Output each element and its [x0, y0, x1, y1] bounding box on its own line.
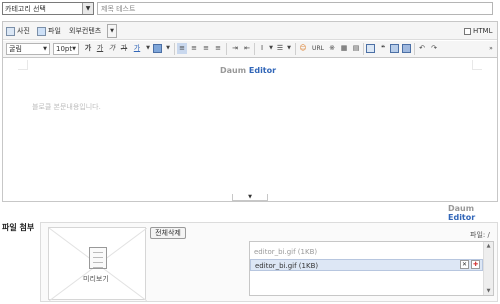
hr-icon[interactable]: ▤ — [351, 43, 361, 54]
chevron-down-icon[interactable]: ▼ — [82, 3, 93, 14]
toolbar-attach: 사진 파일 외부컨텐츠 ▼ HTML — [3, 22, 497, 40]
brand-editor: Editor — [248, 66, 277, 75]
save-icon[interactable] — [402, 44, 411, 53]
brand-daum: Daum — [220, 66, 247, 75]
html-toggle[interactable]: HTML — [464, 24, 492, 38]
align-justify-icon[interactable]: ≡ — [213, 43, 223, 54]
divider — [295, 43, 296, 55]
close-icon[interactable]: ✕ — [460, 260, 469, 269]
category-select-value: 카테고리 선택 — [5, 5, 46, 13]
brand-editor: Editor — [448, 213, 476, 222]
margin-guide — [18, 60, 28, 70]
file-list-item[interactable]: editor_bi.gif (1KB) — [250, 246, 483, 258]
divider — [174, 43, 175, 55]
chevron-down-icon[interactable]: ▼ — [143, 43, 153, 54]
photo-button-label: 사진 — [17, 27, 30, 35]
external-content-label: 외부컨텐츠 — [69, 27, 102, 35]
divider — [414, 43, 415, 55]
bold-button[interactable]: 가 — [83, 43, 93, 54]
photo-button[interactable]: 사진 — [6, 24, 30, 38]
align-right-icon[interactable]: ≡ — [201, 43, 211, 54]
undo-icon[interactable]: ↶ — [417, 43, 427, 54]
font-select[interactable]: 굴림 ▼ — [6, 43, 50, 55]
html-label: HTML — [473, 27, 493, 35]
footer-brand: Daum Editor — [448, 204, 500, 222]
toolbar-format: 굴림 ▼ 10pt ▼ 가 가 가 가 가 ▼ ▼ ≡ ≡ ≡ ≡ ⇥ ⇤ Ⅰ … — [3, 41, 497, 58]
chevron-down-icon[interactable]: ▼ — [163, 43, 173, 54]
document-icon — [89, 247, 107, 269]
category-select[interactable]: 카테고리 선택 ▼ — [2, 2, 94, 15]
redo-icon[interactable]: ↷ — [429, 43, 439, 54]
external-content-button[interactable]: 외부컨텐츠 — [69, 24, 101, 38]
brand-daum: Daum — [448, 204, 475, 213]
resize-handle[interactable]: ▼ — [232, 194, 268, 201]
align-center-icon[interactable]: ≡ — [189, 43, 199, 54]
emoticon-icon[interactable]: ☺ — [298, 43, 308, 54]
title-input[interactable]: 제목 테스트 — [97, 2, 493, 15]
table-icon[interactable]: ▦ — [339, 43, 349, 54]
chevron-down-icon: ▼ — [72, 46, 76, 52]
file-list-item-selected[interactable]: editor_bi.gif (1KB) — [250, 259, 483, 271]
file-size-info: 파일: / — [470, 231, 490, 239]
textbox-icon[interactable] — [366, 44, 375, 53]
bg-color-icon[interactable] — [153, 44, 162, 53]
photo-icon — [6, 26, 15, 36]
editor-body-text[interactable]: 블로클 본문내용입니다. — [32, 102, 101, 112]
chevron-down-icon[interactable]: ▼ — [107, 24, 117, 38]
text-color-button[interactable]: 가 — [132, 43, 142, 54]
scroll-down-icon[interactable]: ▼ — [484, 287, 493, 295]
html-checkbox[interactable] — [464, 27, 471, 35]
image-icon[interactable] — [390, 44, 399, 53]
url-button[interactable]: URL — [310, 43, 326, 54]
divider — [363, 43, 364, 55]
chevron-down-icon[interactable]: ▼ — [284, 43, 294, 54]
scrollbar[interactable]: ▲ ▼ — [483, 242, 493, 295]
outdent-icon[interactable]: ⇤ — [242, 43, 252, 54]
strike-button[interactable]: 가 — [119, 43, 129, 54]
preview-label: 미리보기 — [83, 275, 109, 283]
size-select-value: 10pt — [56, 45, 73, 53]
align-left-icon[interactable]: ≡ — [177, 43, 187, 54]
divider — [226, 43, 227, 55]
editor-brand: Daum Editor — [220, 66, 276, 75]
indent-icon[interactable]: ⇥ — [230, 43, 240, 54]
insert-icon[interactable]: ✚ — [471, 260, 480, 269]
file-icon — [37, 26, 46, 36]
font-select-value: 굴림 — [9, 45, 22, 53]
underline-button[interactable]: 가 — [95, 43, 105, 54]
attachment-title: 파일 첨부 — [2, 223, 35, 232]
delete-all-button[interactable]: 전체삭제 — [150, 227, 186, 239]
scroll-up-icon[interactable]: ▲ — [484, 242, 493, 250]
chevron-down-icon: ▼ — [43, 46, 47, 52]
quote-icon[interactable]: ❝ — [378, 43, 388, 54]
expand-toolbar-icon[interactable]: » — [486, 43, 496, 54]
file-button[interactable]: 파일 — [37, 24, 61, 38]
file-button-label: 파일 — [48, 27, 61, 35]
italic-button[interactable]: 가 — [107, 43, 117, 54]
size-select[interactable]: 10pt ▼ — [53, 43, 79, 55]
divider — [254, 43, 255, 55]
margin-guide — [472, 60, 482, 70]
special-char-button[interactable]: ※ — [327, 43, 337, 54]
